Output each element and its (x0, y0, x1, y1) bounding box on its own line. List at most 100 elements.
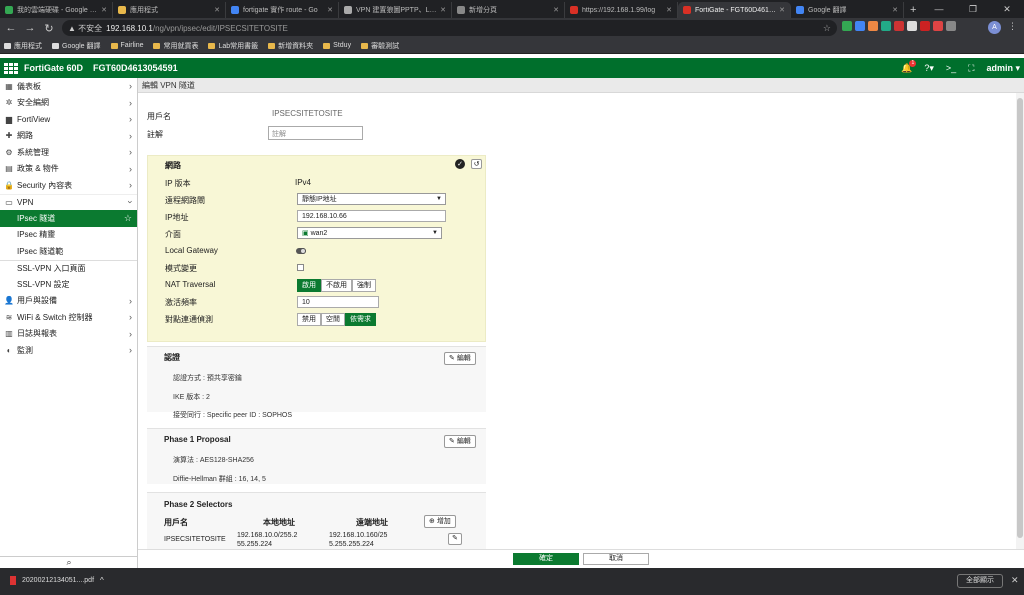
sidebar-item[interactable]: ⚙ 系統管理 › (0, 144, 137, 161)
phase2-add-button[interactable]: ⊕ 增加 (424, 515, 456, 528)
extension-icon[interactable] (933, 21, 943, 31)
tab-close-icon[interactable]: ✕ (553, 6, 559, 14)
sidebar-item[interactable]: 🔒 Security 內容表 › (0, 177, 137, 194)
phase2-title: Phase 2 Selectors (164, 500, 233, 509)
bookmark-item[interactable]: Fairline (110, 42, 143, 49)
sidebar-subitem[interactable]: SSL-VPN 設定 (0, 276, 137, 293)
sidebar-item-label: 系統管理 (17, 147, 49, 157)
revert-icon[interactable]: ↺ (471, 159, 482, 169)
tab-close-icon[interactable]: ✕ (440, 6, 446, 14)
remote-gateway-select[interactable]: 靜態IP地址 ▼ (297, 193, 446, 205)
cancel-button[interactable]: 取消 (583, 553, 649, 565)
dpd-on-demand-button[interactable]: 依需求 (345, 313, 376, 326)
not-secure-badge[interactable]: ▲ 不安全 (68, 23, 102, 34)
admin-menu[interactable]: admin ▾ (986, 63, 1020, 74)
nat-disable-button[interactable]: 不啟用 (321, 279, 352, 292)
sidebar-item[interactable]: ✲ 安全編網 › (0, 95, 137, 112)
ip-address-input[interactable]: 192.168.10.66 (297, 210, 446, 222)
comment-field[interactable]: 註解 (268, 126, 363, 140)
tab-close-icon[interactable]: ✕ (666, 6, 672, 14)
bookmark-item[interactable]: Stduy (323, 42, 351, 49)
bookmark-item[interactable]: Lab常用書籤 (208, 41, 258, 51)
dpd-disable-button[interactable]: 禁用 (297, 313, 321, 326)
row-edit-icon[interactable]: ✎ (448, 533, 462, 545)
close-window-icon[interactable]: ✕ (990, 0, 1024, 18)
bookmark-item[interactable]: Google 翻譯 (52, 41, 101, 51)
mode-config-checkbox[interactable] (297, 264, 304, 271)
sidebar-subitem[interactable]: IPsec 精靈 (0, 227, 137, 244)
tab-close-icon[interactable]: ✕ (779, 6, 785, 14)
bookmark-item[interactable]: 常用就買表 (153, 41, 198, 51)
sidebar-subitem[interactable]: SSL-VPN 入口頁面 (0, 259, 137, 277)
browser-tab[interactable]: VPN 建置狼圖PPTP、L2T ✕ (339, 2, 452, 18)
help-icon[interactable]: ?▾ (924, 63, 934, 74)
nat-enable-button[interactable]: 啟用 (297, 279, 321, 292)
extension-icon[interactable] (907, 21, 917, 31)
download-filename: 20200212134051....pdf (22, 577, 95, 584)
confirm-icon[interactable]: ✓ (455, 159, 465, 169)
bookmark-item[interactable]: 新增資料夾 (268, 41, 313, 51)
sidebar-search-icon[interactable]: ⌕ (0, 556, 138, 568)
chevron-up-icon[interactable]: ^ (100, 576, 104, 585)
keepalive-input[interactable]: 10 (297, 296, 379, 308)
extension-icon[interactable] (946, 21, 956, 31)
browser-tab[interactable]: fortigate 實作 route - Go ✕ (226, 2, 339, 18)
download-item[interactable]: 20200212134051....pdf ^ (10, 576, 104, 585)
fullscreen-icon[interactable]: ⛶ (968, 63, 974, 74)
extension-icon[interactable] (920, 21, 930, 31)
extension-icon[interactable] (894, 21, 904, 31)
bookmark-item[interactable]: 應用程式 (4, 41, 42, 51)
back-icon[interactable]: ← (3, 22, 19, 34)
favorite-star-icon[interactable]: ☆ (124, 213, 132, 224)
browser-menu-icon[interactable]: ⋮ (1008, 21, 1017, 32)
nat-forced-button[interactable]: 強制 (352, 279, 376, 292)
url-input[interactable]: ▲ 不安全 192.168.10.1 /ng/vpn/ipsec/edit/IP… (62, 20, 837, 36)
ok-button[interactable]: 確定 (513, 553, 579, 565)
tab-close-icon[interactable]: ✕ (101, 6, 107, 14)
sidebar-item[interactable]: ◐ 監測 › (0, 342, 137, 359)
new-tab-button[interactable]: + (904, 2, 922, 18)
sidebar-item-label: WiFi & Switch 控制器 (17, 312, 93, 322)
browser-tab[interactable]: 新增分頁 ✕ (452, 2, 565, 18)
show-all-button[interactable]: 全部顯示 (957, 574, 1003, 588)
tab-close-icon[interactable]: ✕ (892, 6, 898, 14)
sidebar-subitem[interactable]: IPsec 隧道範 (0, 243, 137, 260)
browser-tab[interactable]: 我的雲端硬碟 - Google 雲端 ✕ (0, 2, 113, 18)
extension-icon[interactable] (842, 21, 852, 31)
sidebar-item[interactable]: ▦ 儀表板 › (0, 78, 137, 95)
extension-icon[interactable] (881, 21, 891, 31)
browser-tab[interactable]: 應用程式 ✕ (113, 2, 226, 18)
sidebar-subitem[interactable]: IPsec 隧道 ☆ (0, 210, 137, 227)
sidebar-item[interactable]: ▭ VPN › (0, 193, 137, 210)
reload-icon[interactable]: ↻ (41, 22, 57, 35)
auth-edit-button[interactable]: ✎ 編輯 (444, 352, 476, 365)
close-icon[interactable]: ✕ (1011, 575, 1019, 586)
sidebar-item[interactable]: ▥ 日誌與報表 › (0, 326, 137, 343)
minimize-icon[interactable]: — (922, 0, 956, 18)
sidebar-item[interactable]: 👤 用戶與設備 › (0, 293, 137, 310)
tab-close-icon[interactable]: ✕ (327, 6, 333, 14)
profile-avatar[interactable]: A (988, 21, 1001, 34)
extension-icon[interactable] (855, 21, 865, 31)
sidebar-item[interactable]: ✚ 網路 › (0, 128, 137, 145)
interface-select[interactable]: ▣ wan2 ▼ (297, 227, 442, 239)
tab-close-icon[interactable]: ✕ (214, 6, 220, 14)
phase1-edit-button[interactable]: ✎ 編輯 (444, 435, 476, 448)
notification-bell-icon[interactable]: 🔔 1 (901, 59, 917, 74)
scrollbar[interactable] (1016, 93, 1024, 568)
bookmark-item[interactable]: 審驗測試 (361, 41, 399, 51)
browser-tab[interactable]: https://192.168.1.99/log ✕ (565, 2, 678, 18)
browser-tab[interactable]: FortiGate - FGT60D4613054591✕ (678, 2, 791, 18)
sidebar-item-label: 安全編網 (17, 98, 49, 108)
sidebar-item[interactable]: ▤ 政策 & 物件 › (0, 161, 137, 178)
browser-tab[interactable]: Google 翻譯 ✕ (791, 2, 904, 18)
sidebar-item[interactable]: ≋ WiFi & Switch 控制器 › (0, 309, 137, 326)
restore-icon[interactable]: ❐ (956, 0, 990, 18)
local-gateway-toggle[interactable] (296, 248, 306, 254)
bookmark-star-icon[interactable]: ☆ (823, 23, 831, 34)
extension-icon[interactable] (868, 21, 878, 31)
dpd-idle-button[interactable]: 空閒 (321, 313, 345, 326)
sidebar-item[interactable]: ▆ FortiView › (0, 111, 137, 128)
cli-console-icon[interactable]: >_ (946, 63, 956, 73)
forward-icon[interactable]: → (22, 22, 38, 34)
